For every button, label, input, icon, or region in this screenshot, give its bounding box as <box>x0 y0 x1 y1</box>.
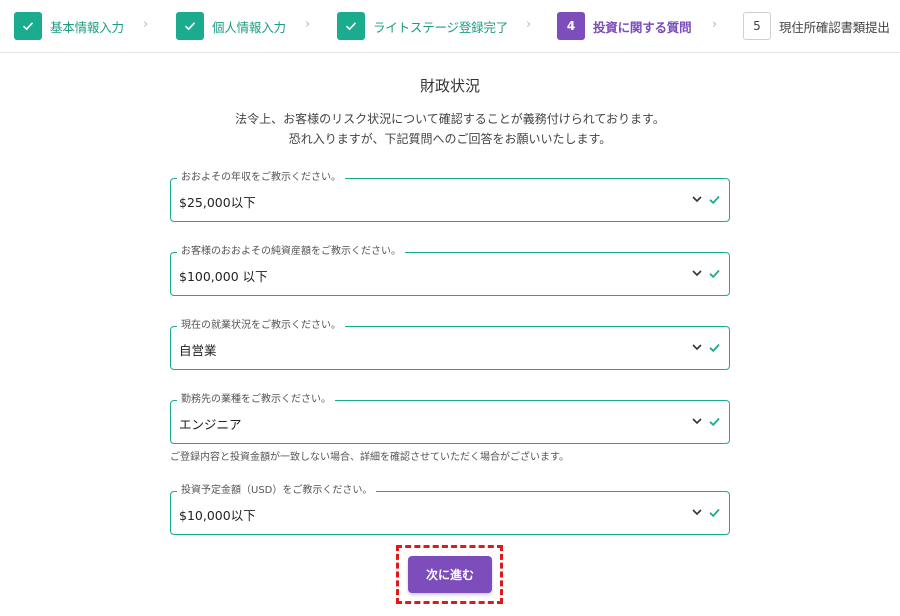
chevron-right-icon: › <box>305 17 311 32</box>
industry-select[interactable]: 勤務先の業種をご教示ください。 エンジニア <box>170 393 730 444</box>
net-assets-label: お客様のおおよその純資産額をご教示ください。 <box>177 245 405 259</box>
description-line-2: 恐れ入りますが、下記質問へのご回答をお願いいたします。 <box>288 132 612 146</box>
investment-note: ご登録内容と投資金額が一致しない場合、詳細を確認させていただく場合がございます。 <box>170 452 569 463</box>
step-3-label: ライトステージ登録完了 <box>373 19 509 35</box>
check-icon <box>709 508 720 518</box>
progress-stepper: 基本情報入力 › 個人情報入力 › ライトステージ登録完了 › 4 投資に関する… <box>0 0 900 53</box>
check-icon <box>176 12 204 40</box>
step-2: 個人情報入力 <box>176 12 286 40</box>
chevron-right-icon: › <box>526 17 532 32</box>
step-4: 4 投資に関する質問 <box>557 12 692 40</box>
employment-status-value: 自営業 <box>179 343 217 358</box>
employment-status-label: 現在の就業状況をご教示ください。 <box>177 319 345 333</box>
check-icon <box>709 343 720 353</box>
investment-amount-select[interactable]: 投資予定金額（USD）をご教示ください。 $10,000以下 <box>170 484 730 535</box>
check-icon <box>337 12 365 40</box>
step-3: ライトステージ登録完了 <box>337 12 508 40</box>
industry-label: 勤務先の業種をご教示ください。 <box>177 393 335 407</box>
step-5-number: 5 <box>743 12 771 40</box>
annual-income-select[interactable]: おおよその年収をご教示ください。 $25,000以下 <box>170 171 730 222</box>
chevron-right-icon: › <box>712 17 718 32</box>
net-assets-value: $100,000 以下 <box>179 269 268 284</box>
step-1-label: 基本情報入力 <box>50 19 124 35</box>
check-icon <box>709 417 720 427</box>
check-icon <box>14 12 42 40</box>
page-title: 財政状況 <box>419 77 480 95</box>
chevron-down-icon <box>692 509 702 516</box>
chevron-down-icon <box>692 344 702 351</box>
step-1: 基本情報入力 <box>14 12 124 40</box>
net-assets-select[interactable]: お客様のおおよその純資産額をご教示ください。 $100,000 以下 <box>170 245 730 296</box>
annual-income-value: $25,000以下 <box>179 195 256 210</box>
chevron-down-icon <box>692 418 702 425</box>
check-icon <box>709 269 720 279</box>
chevron-right-icon: › <box>143 17 149 32</box>
investment-amount-label: 投資予定金額（USD）をご教示ください。 <box>177 484 377 498</box>
employment-status-select[interactable]: 現在の就業状況をご教示ください。 自営業 <box>170 319 730 370</box>
step-4-label: 投資に関する質問 <box>593 19 692 35</box>
chevron-down-icon <box>692 270 702 277</box>
investment-amount-value: $10,000以下 <box>179 508 256 523</box>
step-5: 5 現住所確認書類提出 <box>743 12 890 40</box>
annual-income-label: おおよその年収をご教示ください。 <box>177 171 345 185</box>
industry-value: エンジニア <box>179 417 242 432</box>
check-icon <box>709 195 720 205</box>
step-2-label: 個人情報入力 <box>212 19 286 35</box>
step-5-label: 現住所確認書類提出 <box>779 19 890 35</box>
description-line-1: 法令上、お客様のリスク状況について確認することが義務付けられております。 <box>235 112 665 126</box>
step-4-number: 4 <box>557 12 585 40</box>
next-button[interactable]: 次に進む <box>408 556 492 593</box>
chevron-down-icon <box>692 196 702 203</box>
